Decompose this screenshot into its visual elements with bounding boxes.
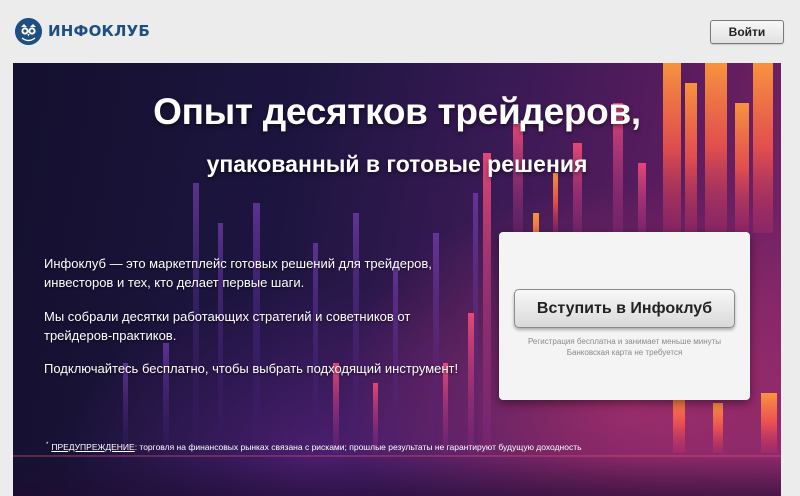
login-button[interactable]: Войти <box>710 20 784 44</box>
no-card-note: Банковская карта не требуется <box>566 348 683 357</box>
logo-text: ИНФОКЛУБ <box>48 22 151 40</box>
call-to-action-text: Подключайтесь бесплатно, чтобы выбрать п… <box>44 361 459 376</box>
hero-subtitle: упакованный в готовые решения <box>206 151 588 177</box>
strategies-paragraph: Мы собрали десятки работающих стратегий … <box>44 309 411 343</box>
hero-banner: Опыт десятков трейдеров, упакованный в г… <box>13 63 781 496</box>
hero-bottom-fade <box>13 455 781 496</box>
free-registration-note: Регистрация бесплатна и занимает меньше … <box>527 337 722 346</box>
risk-warning: * ПРЕДУПРЕЖДЕНИЕ: торговля на финансовых … <box>46 442 746 452</box>
top-header: ИНФОКЛУБ Войти <box>0 0 800 62</box>
logo[interactable]: ИНФОКЛУБ <box>15 17 150 45</box>
warning-label[interactable]: ПРЕДУПРЕЖДЕНИЕ <box>51 442 134 452</box>
signup-card: Вступить в Инфоклуб Регистрация бесплатн… <box>499 232 750 400</box>
warning-marker: * <box>46 442 49 448</box>
owl-icon <box>15 17 42 45</box>
warning-text: : торговля на финансовых рынках связана … <box>134 442 582 452</box>
join-button[interactable]: Вступить в Инфоклуб <box>514 289 735 328</box>
hero-title: Опыт десятков трейдеров, <box>153 91 641 132</box>
intro-paragraph: Инфоклуб — это маркетплейс готовых решен… <box>44 256 432 290</box>
